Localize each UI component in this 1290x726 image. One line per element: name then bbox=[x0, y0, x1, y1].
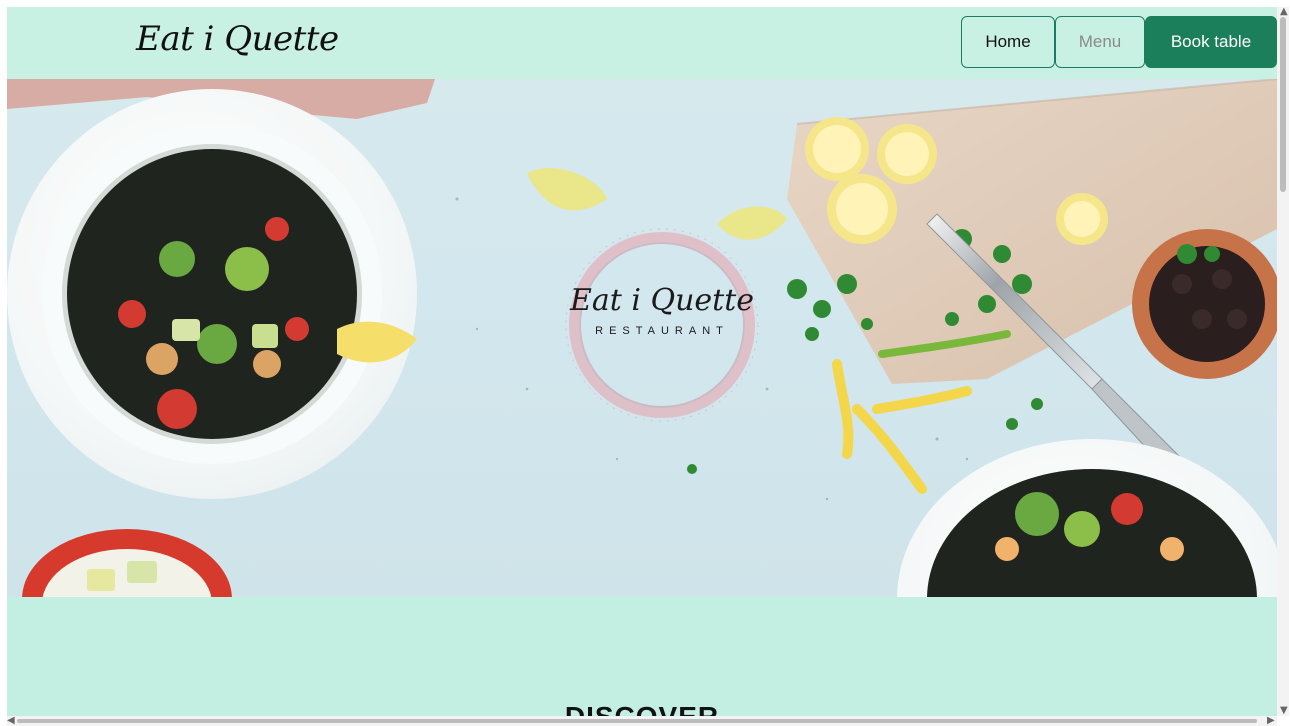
food-flatlay-illustration bbox=[7, 79, 1277, 597]
home-button[interactable]: Home bbox=[961, 16, 1055, 68]
hero-image: Eat i Quette RESTAURANT bbox=[7, 79, 1277, 597]
scroll-down-arrow-icon[interactable]: ▼ bbox=[1280, 706, 1288, 716]
vertical-scroll-thumb[interactable] bbox=[1280, 17, 1286, 192]
vertical-scrollbar[interactable]: ▲ ▼ bbox=[1277, 7, 1289, 716]
discover-heading: DISCOVER bbox=[7, 701, 1277, 716]
bowl-left-bottom bbox=[22, 529, 232, 597]
beans-bowl bbox=[1132, 229, 1277, 379]
salad-plate-left bbox=[7, 89, 417, 499]
menu-button[interactable]: Menu bbox=[1055, 16, 1145, 68]
horizontal-scrollbar[interactable]: ◀ ▶ bbox=[7, 716, 1277, 726]
nav-bar: Home Menu Book table bbox=[961, 16, 1277, 68]
salad-plate-right bbox=[897, 439, 1277, 597]
scroll-left-arrow-icon[interactable]: ◀ bbox=[7, 716, 15, 726]
brand-logo[interactable]: Eat i Quette bbox=[136, 17, 339, 61]
horizontal-scroll-thumb[interactable] bbox=[17, 719, 1257, 723]
site-header: Eat i Quette Home Menu Book table bbox=[7, 7, 1277, 79]
center-logo bbox=[565, 228, 759, 422]
book-table-button[interactable]: Book table bbox=[1145, 16, 1277, 68]
scroll-right-arrow-icon[interactable]: ▶ bbox=[1267, 716, 1275, 726]
page-viewport: Eat i Quette Home Menu Book table Eat i … bbox=[7, 7, 1277, 716]
discover-section: DISCOVER bbox=[7, 597, 1277, 716]
scroll-up-arrow-icon[interactable]: ▲ bbox=[1280, 7, 1288, 17]
